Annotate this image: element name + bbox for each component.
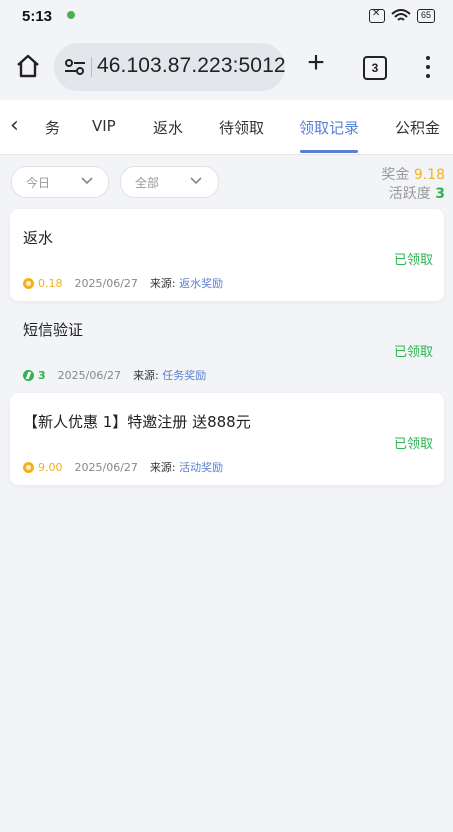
- tab-vip[interactable]: VIP: [92, 117, 116, 135]
- tab-switcher-button[interactable]: 3: [363, 56, 387, 80]
- record-source: 返水奖励: [179, 277, 224, 290]
- record-status: 已领取: [393, 345, 433, 360]
- browser-menu-icon[interactable]: [424, 54, 432, 80]
- tab-pending[interactable]: 待领取: [219, 117, 264, 138]
- notification-icon: [67, 11, 75, 19]
- activity-summary: 活跃度 3: [389, 183, 445, 203]
- coin-icon: [23, 277, 34, 289]
- date-filter-label: 今日: [26, 176, 51, 190]
- record-date: 2025/06/27: [57, 368, 122, 382]
- coin-icon: [23, 461, 34, 473]
- category-tabs: ‹ 务 VIP 返水 待领取 领取记录 公积金: [0, 100, 453, 155]
- list-item: 【新人优惠 1】特邀注册 送888元 已领取 9.00 2025/06/27 来…: [10, 393, 444, 485]
- activity-label: 活跃度: [388, 186, 431, 202]
- record-meta: 0.18 2025/06/27 来源: 返水奖励: [23, 275, 223, 291]
- record-source-label: 来源:: [149, 277, 176, 290]
- record-title: 短信验证: [23, 321, 84, 339]
- chevron-down-icon: [81, 177, 93, 185]
- new-tab-button[interactable]: +: [302, 48, 330, 78]
- record-title: 返水: [23, 229, 54, 247]
- address-bar[interactable]: 46.103.87.223:5012: [54, 43, 286, 91]
- record-source: 活动奖励: [179, 461, 224, 474]
- activity-icon: [23, 369, 34, 381]
- url-divider: [91, 57, 92, 77]
- active-tab-indicator: [300, 150, 358, 153]
- bonus-label: 奖金: [381, 167, 410, 183]
- battery-icon: 65: [416, 9, 435, 23]
- record-date: 2025/06/27: [74, 460, 138, 474]
- record-amount: 0.18: [38, 276, 63, 290]
- record-date: 2025/06/27: [74, 276, 138, 290]
- record-meta: 3 2025/06/27 来源: 任务奖励: [23, 367, 206, 383]
- tab-task[interactable]: 务: [45, 117, 60, 138]
- record-status: 已领取: [393, 253, 433, 268]
- type-filter-select[interactable]: 全部: [120, 166, 219, 198]
- tabs-scroll-left-icon[interactable]: ‹: [10, 113, 19, 138]
- record-title: 【新人优惠 1】特邀注册 送888元: [23, 413, 251, 431]
- screen-record-icon: [368, 8, 385, 23]
- type-filter-label: 全部: [135, 176, 160, 190]
- url-text[interactable]: 46.103.87.223:5012: [97, 54, 286, 78]
- site-settings-icon[interactable]: [64, 58, 86, 76]
- status-icons: 65: [368, 8, 435, 23]
- wifi-icon: [391, 9, 411, 21]
- bonus-value: 9.18: [413, 167, 445, 183]
- list-item: 短信验证 已领取 3 2025/06/27 来源: 任务奖励: [10, 301, 444, 393]
- tab-rebate[interactable]: 返水: [153, 117, 183, 138]
- activity-value: 3: [435, 186, 445, 202]
- date-filter-select[interactable]: 今日: [11, 166, 109, 198]
- record-status: 已领取: [393, 437, 433, 452]
- chevron-down-icon: [190, 177, 202, 185]
- tab-claim-records[interactable]: 领取记录: [299, 117, 359, 138]
- record-meta: 9.00 2025/06/27 来源: 活动奖励: [23, 459, 223, 475]
- status-bar: 5:13 65: [0, 0, 453, 34]
- status-time: 5:13: [22, 8, 53, 25]
- record-source: 任务奖励: [162, 369, 207, 382]
- record-source-label: 来源:: [133, 369, 159, 382]
- home-icon[interactable]: [14, 52, 42, 80]
- record-amount: 3: [38, 368, 46, 382]
- record-amount: 9.00: [38, 460, 63, 474]
- browser-toolbar: 46.103.87.223:5012 + 3: [0, 34, 453, 100]
- tab-provident-fund[interactable]: 公积金: [395, 117, 440, 138]
- bonus-summary: 奖金 9.18: [381, 164, 445, 184]
- list-item: 返水 已领取 0.18 2025/06/27 来源: 返水奖励: [10, 209, 444, 301]
- record-source-label: 来源:: [149, 461, 176, 474]
